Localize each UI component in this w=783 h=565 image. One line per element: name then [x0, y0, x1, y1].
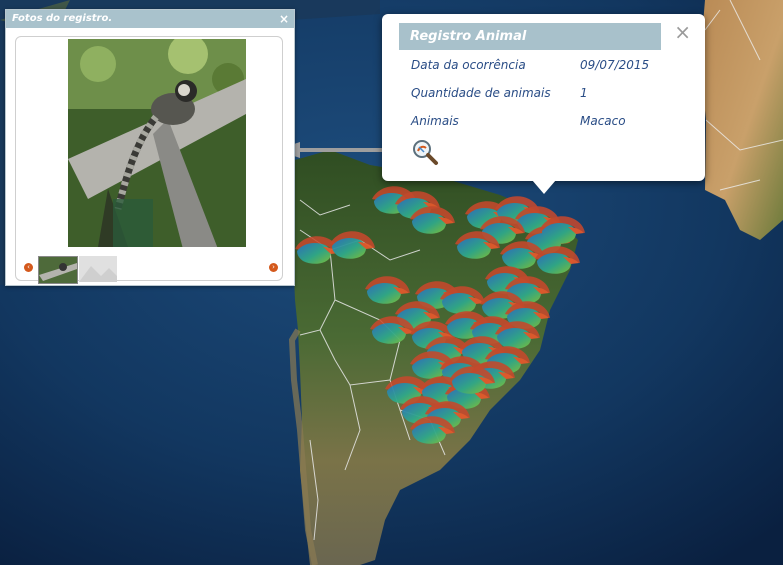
popup-close-button[interactable]: ×	[674, 22, 691, 42]
thumbnail-placeholder[interactable]	[79, 256, 117, 282]
prev-photo-button[interactable]: ‹	[24, 263, 33, 272]
photo-main-image[interactable]	[68, 39, 246, 247]
photo-panel-close-button[interactable]: ×	[279, 10, 289, 28]
animal-count-label: Quantidade de animais	[411, 86, 551, 100]
animals-value: Macaco	[580, 114, 626, 128]
record-popup: Registro Animal × Data da ocorrência 09/…	[382, 14, 705, 194]
magnifier-icon[interactable]	[410, 138, 440, 166]
popup-title: Registro Animal	[399, 23, 661, 50]
popup-pointer	[532, 180, 556, 194]
photo-frame: ‹ ›	[15, 36, 283, 284]
next-photo-button[interactable]: ›	[269, 263, 278, 272]
photo-panel: Fotos do registro. × ‹ ›	[5, 9, 295, 286]
animal-count-value: 1	[580, 86, 588, 100]
occurrence-date-value: 09/07/2015	[580, 58, 650, 72]
photo-panel-title: Fotos do registro.	[12, 13, 113, 24]
thumbnail-marmoset[interactable]	[38, 256, 78, 284]
occurrence-date-label: Data da ocorrência	[411, 58, 526, 72]
photo-panel-header: Fotos do registro. ×	[6, 10, 294, 28]
animals-label: Animais	[411, 114, 459, 128]
